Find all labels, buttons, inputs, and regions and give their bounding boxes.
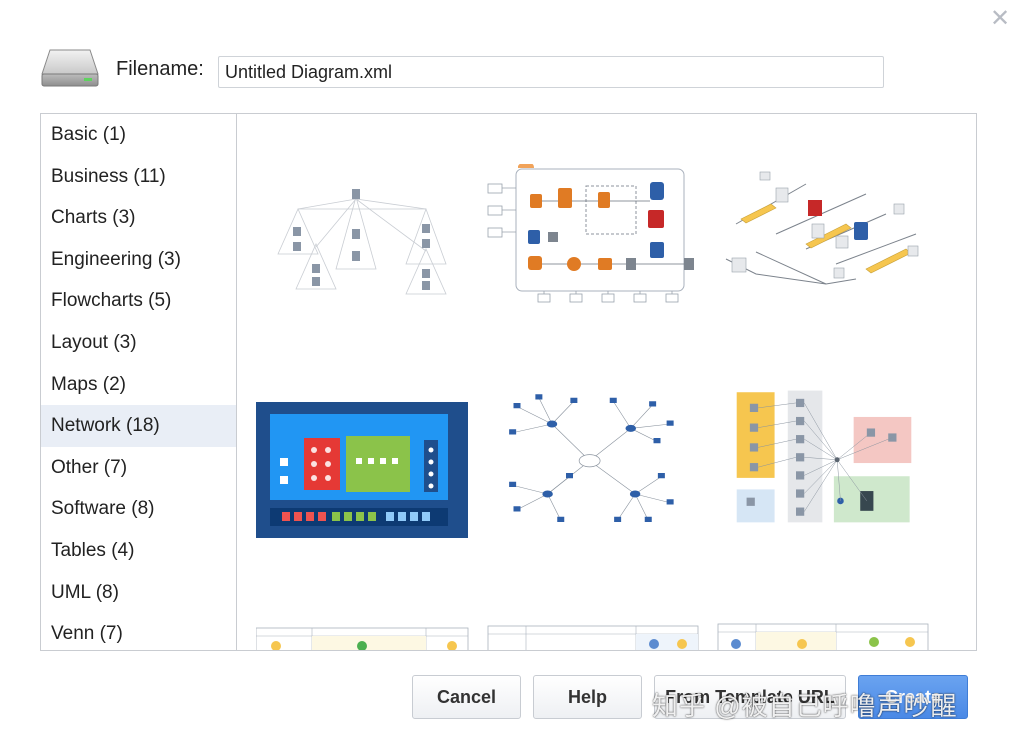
category-basic[interactable]: Basic (1) <box>41 114 236 156</box>
drive-icon <box>40 46 100 90</box>
category-tables[interactable]: Tables (4) <box>41 530 236 572</box>
category-business[interactable]: Business (11) <box>41 156 236 198</box>
template-thumb-3[interactable] <box>716 164 932 304</box>
filename-label: Filename: <box>116 58 204 80</box>
from-template-url-button[interactable]: From Template URL <box>654 675 846 719</box>
template-panel: Basic (1) Business (11) Charts (3) Engin… <box>40 113 977 651</box>
category-flowcharts[interactable]: Flowcharts (5) <box>41 280 236 322</box>
template-thumb-5[interactable] <box>486 389 702 529</box>
category-network[interactable]: Network (18) <box>41 405 236 447</box>
template-thumb-4[interactable] <box>256 402 472 542</box>
category-maps[interactable]: Maps (2) <box>41 364 236 406</box>
template-thumb-7[interactable] <box>256 626 472 650</box>
category-engineering[interactable]: Engineering (3) <box>41 239 236 281</box>
filename-input[interactable] <box>218 56 884 88</box>
category-software[interactable]: Software (8) <box>41 488 236 530</box>
template-thumb-6[interactable] <box>716 384 932 524</box>
category-uml[interactable]: UML (8) <box>41 572 236 614</box>
category-other[interactable]: Other (7) <box>41 447 236 489</box>
create-button[interactable]: Create <box>858 675 968 719</box>
cancel-button[interactable]: Cancel <box>412 675 521 719</box>
template-thumb-9[interactable] <box>716 622 932 650</box>
category-charts[interactable]: Charts (3) <box>41 197 236 239</box>
close-icon[interactable]: ✕ <box>989 7 1011 31</box>
template-gallery <box>238 114 976 650</box>
category-list: Basic (1) Business (11) Charts (3) Engin… <box>41 114 237 650</box>
category-layout[interactable]: Layout (3) <box>41 322 236 364</box>
category-venn[interactable]: Venn (7) <box>41 613 236 650</box>
template-thumb-8[interactable] <box>486 624 702 650</box>
template-thumb-1[interactable] <box>256 169 472 309</box>
help-button[interactable]: Help <box>533 675 642 719</box>
template-thumb-2[interactable] <box>486 164 702 304</box>
